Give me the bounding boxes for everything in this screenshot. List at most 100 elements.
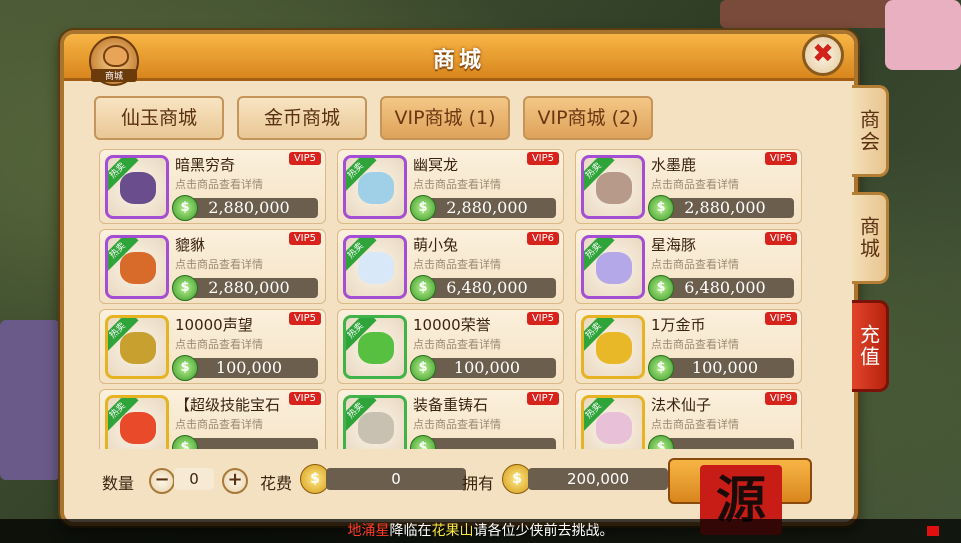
close-button[interactable]: ✖ — [802, 34, 844, 76]
boss-name: 地涌星 — [347, 523, 390, 539]
vip-level-badge: VIP5 — [526, 312, 559, 325]
item-icon: 热卖 — [581, 235, 645, 299]
owned-value: 200,000 — [528, 468, 668, 490]
item-price: 100,000 — [656, 358, 794, 378]
vip-level-badge: VIP5 — [288, 152, 321, 165]
item-description: 点击商品查看详情 — [413, 338, 501, 351]
item-name: 幽冥龙 — [413, 156, 459, 174]
shop-item-card[interactable]: 热卖 10000荣誉 点击商品查看详情 100,000 $ VIP5 — [337, 309, 564, 384]
item-name: 【超级技能宝石 — [175, 396, 281, 414]
item-description: 点击商品查看详情 — [413, 178, 501, 191]
item-price: 2,880,000 — [180, 278, 318, 298]
vip-level-badge: VIP5 — [288, 312, 321, 325]
shop-item-card[interactable]: 热卖 貔貅 点击商品查看详情 2,880,000 $ VIP5 — [99, 229, 326, 304]
item-name: 暗黑穷奇 — [175, 156, 236, 174]
cost-value: 0 — [326, 468, 466, 490]
shop-item-card[interactable]: 热卖 星海豚 点击商品查看详情 6,480,000 $ VIP6 — [575, 229, 802, 304]
item-icon: 热卖 — [581, 155, 645, 219]
item-name: 萌小兔 — [413, 236, 459, 254]
side-tab-shop[interactable]: 商城 — [852, 192, 889, 284]
jade-coin-icon: $ — [172, 275, 198, 301]
item-icon: 热卖 — [105, 155, 169, 219]
item-art — [596, 332, 632, 364]
item-art — [120, 252, 156, 284]
item-name: 水墨鹿 — [651, 156, 697, 174]
item-art — [120, 172, 156, 204]
shop-item-card[interactable]: 热卖 幽冥龙点击商品查看详情 2,880,000 $ VIP5 — [337, 149, 564, 224]
item-icon: 热卖 — [105, 235, 169, 299]
tab-xianyu-shop[interactable]: 仙玉商城 — [94, 96, 224, 140]
item-icon: 热卖 — [343, 315, 407, 379]
vip-level-badge: VIP5 — [526, 152, 559, 165]
shop-item-card[interactable]: 热卖 萌小兔 点击商品查看详情 6,480,000 $ VIP6 — [337, 229, 564, 304]
increase-button[interactable]: + — [222, 468, 248, 494]
vip-level-badge: VIP6 — [526, 232, 559, 245]
item-name: 1万金币 — [651, 316, 706, 334]
quantity-field[interactable]: 0 — [174, 468, 214, 490]
item-description: 点击商品查看详情 — [651, 338, 739, 351]
item-art — [120, 412, 156, 444]
item-price: 2,880,000 — [180, 198, 318, 218]
side-tab-guild[interactable]: 商会 — [852, 85, 889, 177]
item-icon: 热卖 — [581, 315, 645, 379]
item-name: 貔貅 — [175, 236, 206, 254]
item-price: 2,880,000 — [656, 198, 794, 218]
item-art — [120, 332, 156, 364]
jade-coin-icon: $ — [410, 275, 436, 301]
tab-gold-shop[interactable]: 金币商城 — [237, 96, 367, 140]
item-art — [358, 172, 394, 204]
bag-shape — [103, 45, 129, 67]
vip-level-badge: VIP7 — [526, 392, 559, 405]
item-description: 点击商品查看详情 — [651, 418, 739, 431]
item-price — [418, 438, 556, 449]
shop-item-card[interactable]: 热卖 10000声望 点击商品查看详情 100,000 $ VIP5 — [99, 309, 326, 384]
side-tab-recharge[interactable]: 充值 — [852, 300, 889, 392]
item-icon: 热卖 — [105, 315, 169, 379]
item-icon: 热卖 — [343, 395, 407, 449]
tab-vip-shop-2[interactable]: VIP商城 (2) — [523, 96, 653, 140]
location-name: 花果山 — [431, 523, 474, 539]
shop-item-card[interactable]: 热卖 1万金币 点击商品查看详情 100,000 $ VIP5 — [575, 309, 802, 384]
jade-coin-icon: $ — [648, 355, 674, 381]
shop-item-card[interactable]: 热卖 法术仙子 点击商品查看详情 $ VIP9 — [575, 389, 802, 449]
item-art — [358, 332, 394, 364]
shop-item-card[interactable]: 热卖 装备重铸石 点击商品查看详情 $ VIP7 — [337, 389, 564, 449]
item-icon: 热卖 — [343, 155, 407, 219]
minimize-icon[interactable] — [927, 526, 939, 536]
vip-level-badge: VIP5 — [764, 152, 797, 165]
item-name: 星海豚 — [651, 236, 697, 254]
quantity-label: 数量 — [102, 474, 135, 493]
shop-bag-icon: 商城 — [89, 36, 139, 86]
item-name: 装备重铸石 — [413, 396, 489, 414]
item-price: 100,000 — [418, 358, 556, 378]
shop-item-card[interactable]: 热卖 暗黑穷奇 点击商品查看详情 2,880,000 $ VIP5 — [99, 149, 326, 224]
item-price — [656, 438, 794, 449]
shop-item-card[interactable]: 热卖 水墨鹿点击商品查看详情 2,880,000 $ VIP5 — [575, 149, 802, 224]
item-price: 100,000 — [180, 358, 318, 378]
item-art — [358, 252, 394, 284]
item-description: 点击商品查看详情 — [413, 418, 501, 431]
scene-avatar — [885, 0, 961, 70]
dialog-title: 商城 — [432, 48, 485, 73]
decrease-button[interactable]: − — [149, 468, 175, 494]
item-description: 点击商品查看详情 — [651, 178, 739, 191]
shop-badge-label: 商城 — [91, 69, 137, 82]
item-name: 10000荣誉 — [413, 316, 491, 334]
shop-item-card[interactable]: 热卖 【超级技能宝石 点击商品查看详情 $ VIP5 — [99, 389, 326, 449]
item-icon: 热卖 — [581, 395, 645, 449]
announcement-text-1: 降临在 — [389, 523, 432, 539]
vip-level-badge: VIP5 — [288, 392, 321, 405]
item-price: 2,880,000 — [418, 198, 556, 218]
system-announcement: 地涌星降临在花果山请各位少侠前去挑战。 — [0, 519, 961, 543]
vip-level-badge: VIP9 — [764, 392, 797, 405]
item-description: 点击商品查看详情 — [651, 258, 739, 271]
tab-vip-shop-1[interactable]: VIP商城 (1) — [380, 96, 510, 140]
item-description: 点击商品查看详情 — [175, 418, 263, 431]
scene-house — [0, 320, 60, 480]
item-icon: 热卖 — [343, 235, 407, 299]
item-description: 点击商品查看详情 — [413, 258, 501, 271]
jade-coin-icon: $ — [648, 195, 674, 221]
item-name: 10000声望 — [175, 316, 253, 334]
jade-coin-icon: $ — [410, 195, 436, 221]
vip-level-badge: VIP6 — [764, 232, 797, 245]
